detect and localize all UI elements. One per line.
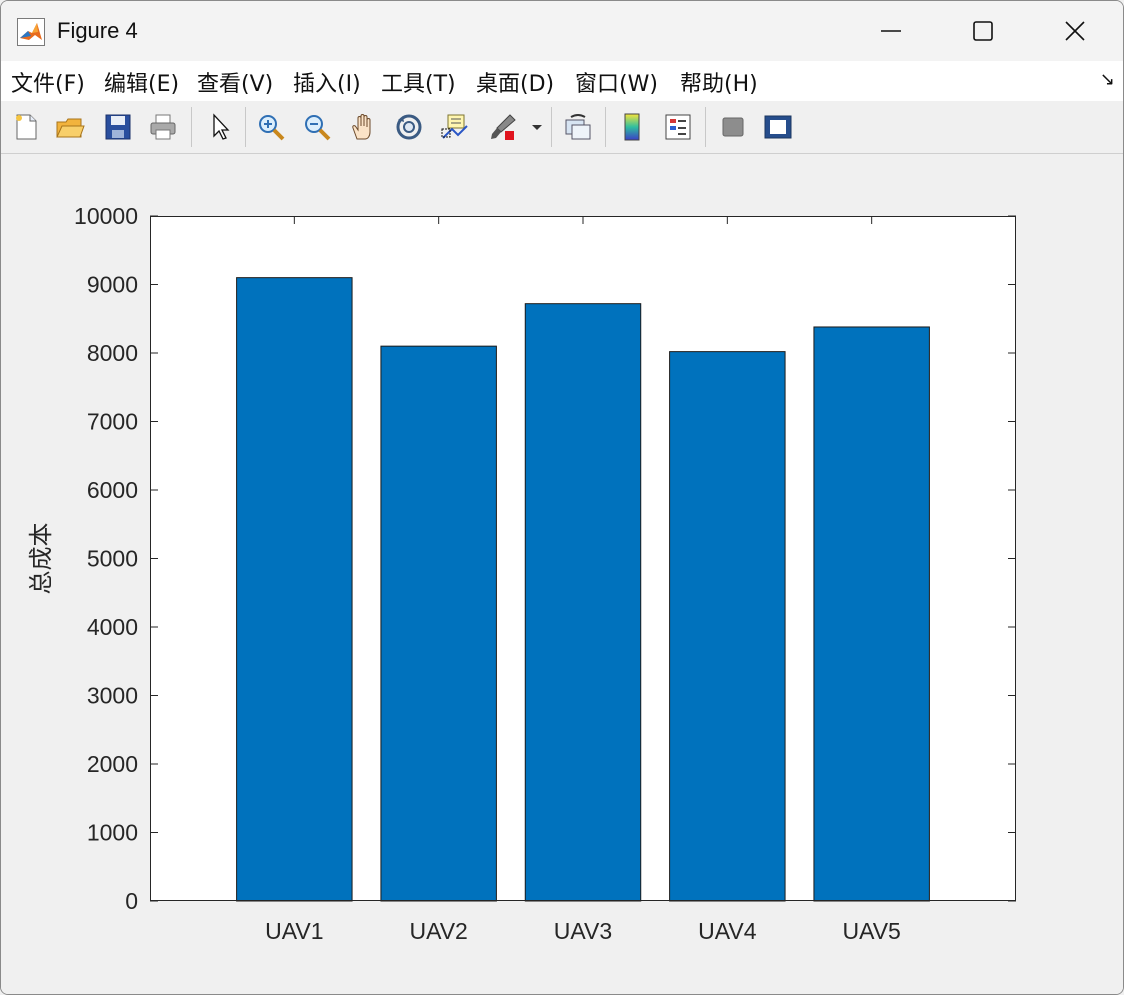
insert-colorbar-button[interactable]: [615, 109, 649, 145]
toolbar-separator: [705, 107, 706, 147]
x-tick-label: UAV2: [409, 918, 467, 944]
chevron-down-icon: [532, 125, 542, 130]
y-tick-label: 0: [125, 888, 138, 914]
menu-desktop[interactable]: 桌面(D): [476, 66, 554, 98]
save-button[interactable]: [101, 109, 135, 145]
pan-button[interactable]: [346, 109, 380, 145]
menu-tools[interactable]: 工具(T): [381, 66, 456, 98]
show-plot-tools-icon: [764, 115, 792, 139]
toolbar-separator: [551, 107, 552, 147]
brush-dropdown-button[interactable]: [527, 109, 547, 145]
pointer-icon: [213, 113, 230, 140]
x-tick-label: UAV5: [842, 918, 900, 944]
save-icon: [105, 114, 131, 140]
minimize-icon: [881, 30, 901, 32]
minimize-button[interactable]: [845, 1, 937, 61]
y-tick-label: 3000: [87, 683, 138, 709]
y-tick-label: 8000: [87, 340, 138, 366]
maximize-icon: [973, 21, 993, 41]
toolbar-separator: [191, 107, 192, 147]
close-button[interactable]: [1029, 1, 1121, 61]
y-tick-label: 6000: [87, 477, 138, 503]
new-figure-button[interactable]: [9, 109, 43, 145]
new-figure-icon: [16, 114, 37, 140]
rotate-3d-button[interactable]: [392, 109, 426, 145]
link-plot-icon: [565, 114, 591, 140]
bar-uav2: [380, 345, 497, 902]
open-file-button[interactable]: [53, 109, 87, 145]
zoom-out-button[interactable]: [300, 109, 334, 145]
rotate-3d-icon: [396, 114, 422, 140]
insert-legend-icon: [665, 114, 691, 140]
insert-colorbar-icon: [624, 113, 640, 141]
figure-window: Figure 4 文件(F) 编辑(E) 查看(V) 插入(I) 工具(T) 桌…: [0, 0, 1124, 995]
pointer-button[interactable]: [203, 109, 237, 145]
figure-canvas[interactable]: 0 1000 2000 3000 4000 5000 6000 7000 8000 9000 100…: [1, 154, 1123, 994]
brush-button[interactable]: [486, 109, 520, 145]
bar-uav3: [524, 303, 642, 902]
dock-arrow-icon[interactable]: ↘: [1100, 69, 1115, 90]
y-tick-label: 10000: [74, 203, 138, 229]
bar-uav4: [669, 351, 786, 902]
title-bar[interactable]: Figure 4: [1, 1, 1123, 61]
insert-legend-button[interactable]: [661, 109, 695, 145]
brush-icon: [491, 114, 516, 140]
link-plot-button[interactable]: [561, 109, 595, 145]
show-plot-tools-button[interactable]: [761, 109, 795, 145]
y-axis-label: 总成本: [28, 523, 55, 595]
hide-plot-tools-icon: [722, 117, 744, 137]
menu-edit[interactable]: 编辑(E): [104, 66, 179, 98]
bars: [236, 277, 930, 902]
maximize-button[interactable]: [937, 1, 1029, 61]
window-title: Figure 4: [57, 18, 138, 43]
zoom-in-icon: [259, 115, 285, 141]
pan-icon: [352, 114, 371, 140]
y-tick-label: 5000: [87, 546, 138, 572]
hide-plot-tools-button[interactable]: [716, 109, 750, 145]
menu-insert[interactable]: 插入(I): [293, 66, 361, 98]
menu-window[interactable]: 窗口(W): [575, 66, 658, 98]
x-tick-label: UAV4: [698, 918, 757, 944]
bar-uav5: [813, 326, 930, 902]
y-tick-label: 1000: [87, 820, 138, 846]
y-tick-label: 9000: [87, 272, 138, 298]
close-icon: [1065, 21, 1085, 41]
zoom-in-button[interactable]: [254, 109, 288, 145]
toolbar-separator: [245, 107, 246, 147]
y-tick-label: 4000: [87, 614, 138, 640]
figure-toolbar: [1, 101, 1123, 154]
data-cursor-button[interactable]: [438, 109, 472, 145]
print-icon: [150, 114, 176, 140]
bar-uav1: [236, 277, 353, 902]
matlab-icon: [17, 18, 45, 46]
bar-chart[interactable]: 0 1000 2000 3000 4000 5000 6000 7000 8000 9000 100…: [1, 154, 1123, 994]
data-cursor-icon: [441, 114, 468, 139]
menu-bar: 文件(F) 编辑(E) 查看(V) 插入(I) 工具(T) 桌面(D) 窗口(W…: [1, 61, 1123, 102]
zoom-out-icon: [305, 115, 331, 141]
menu-help[interactable]: 帮助(H): [680, 66, 758, 98]
menu-file[interactable]: 文件(F): [11, 66, 85, 98]
x-tick-label: UAV3: [554, 918, 612, 944]
open-file-icon: [56, 118, 85, 138]
y-tick-label: 7000: [87, 409, 138, 435]
y-tick-label: 2000: [87, 751, 138, 777]
print-button[interactable]: [146, 109, 180, 145]
toolbar-separator: [605, 107, 606, 147]
x-tick-label: UAV1: [265, 918, 323, 944]
menu-view[interactable]: 查看(V): [197, 66, 273, 98]
